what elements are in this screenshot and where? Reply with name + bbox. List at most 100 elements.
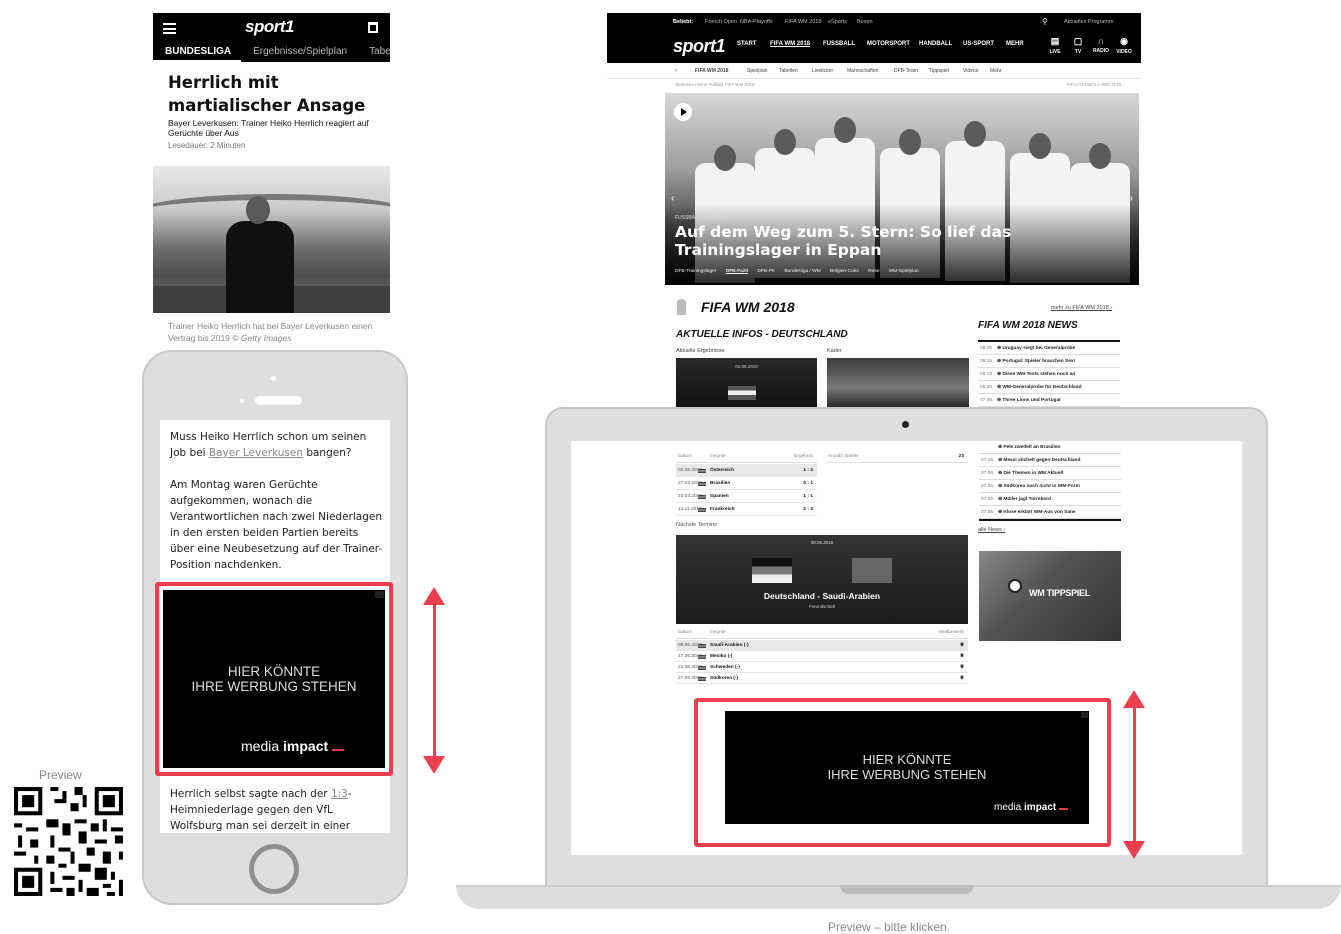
search-icon[interactable]: ⚲ <box>1042 17 1048 26</box>
nav-handball[interactable]: HANDBALL <box>919 41 952 47</box>
tippspiel-promo[interactable]: WM TIPPSPIEL <box>979 551 1121 641</box>
news-item[interactable]: 08:26 ⊕ Uruguay siegt bei Generalprobe <box>978 342 1120 355</box>
top-link[interactable]: French Open <box>705 19 737 25</box>
popular-label: Beliebt: <box>673 19 694 25</box>
subnav-item[interactable]: Mannschaften <box>847 68 878 74</box>
subnav-item[interactable]: Tabellen <box>779 68 798 74</box>
back-chevron-icon[interactable]: ‹ <box>675 68 677 74</box>
last-match-card[interactable]: 02.06.2018 <box>676 358 817 407</box>
qr-code[interactable] <box>10 783 127 900</box>
laptop-ad-placeholder[interactable]: HIER KÖNNTE IHRE WERBUNG STEHEN media im… <box>725 711 1089 824</box>
nav-mehr[interactable]: MEHR <box>1006 41 1024 47</box>
hero-tag[interactable]: Belgien-Coko <box>830 269 859 274</box>
news-item[interactable]: 07.06. ⊕ Three Lions und Portugal <box>978 394 1120 407</box>
austria-flag-icon <box>728 386 756 400</box>
sport1-logo[interactable]: sport1 <box>673 36 726 57</box>
subnav-item[interactable]: DFB-Team <box>894 68 918 74</box>
next-match-card[interactable]: 08.06.2018 Deutschland - Saudi-Arabien F… <box>676 535 968 624</box>
news-item[interactable]: 07.06. ⊕ Klose erklärt WM-Aus von Sane <box>979 506 1121 519</box>
media-impact-logo: media impact <box>994 802 1069 813</box>
tab-tabelle[interactable]: Tabelle <box>357 43 390 62</box>
article-paragraph-1: Muss Heiko Herrlich schon um seinen Job … <box>170 431 367 459</box>
ad-line-2: IHRE WERBUNG STEHEN <box>191 679 357 694</box>
hero-tag[interactable]: Rose <box>868 269 879 274</box>
subnav-item[interactable]: FIFA WM 2018 <box>695 68 728 74</box>
table-row[interactable]: 23.03.2018 Spanien 1 : 1 <box>676 490 817 503</box>
score-link[interactable]: 1:3 <box>331 788 348 800</box>
breadcrumb[interactable]: Startseite Home Fußball FIFA WM 2018 <box>675 82 755 87</box>
nav-us-sport[interactable]: US-SPORT <box>963 41 994 47</box>
hero-tags: DFB-Trainingslager DFB-Fazit DFB-PK Bund… <box>675 269 927 274</box>
news-item[interactable]: 07.06. ⊕ Müller jagt Torrekord <box>979 493 1121 506</box>
news-item[interactable]: 05:40 ⊕ WM-Generalprobe für Deutschland <box>978 381 1120 394</box>
radio-icon[interactable]: ∩ RADIO <box>1091 36 1111 54</box>
play-icon[interactable] <box>674 103 692 121</box>
news-item[interactable]: 08:15 ⊕ Portugal: Spieler brauchen Sex! <box>978 355 1120 368</box>
top-link[interactable]: FIFA WM 2018 <box>785 19 821 25</box>
article-subtitle: Bayer Leverkusen: Trainer Heiko Herrlich… <box>168 118 369 138</box>
news-item[interactable]: 07.06. ⊕ Südkorea noch nicht in WM-Form <box>979 480 1121 493</box>
tab-bundesliga[interactable]: BUNDESLIGA <box>153 43 242 62</box>
table-row[interactable]: 27.06.2018 Südkorea (-) ♕ <box>676 673 968 684</box>
bayer-leverkusen-link[interactable]: Bayer Leverkusen <box>209 447 303 459</box>
hero-kicker: FUSSBALL / WM 2018 <box>675 215 726 221</box>
hero-tag[interactable]: DFB-Fazit <box>726 269 748 274</box>
table-row[interactable]: 08.06.2018 Saudi-Arabien (-) ♕ <box>676 640 968 651</box>
nav-fifa-wm[interactable]: FIFA WM 2018 <box>770 41 810 47</box>
hero-tag[interactable]: DFB-Trainingslager <box>675 269 716 274</box>
live-icon[interactable]: ▤ LIVE <box>1045 36 1065 55</box>
hero-tag[interactable]: Bundesliga / WM <box>784 269 820 274</box>
top-link[interactable]: NBA-Playoffs <box>740 19 773 25</box>
news-item[interactable]: 06:19 ⊕ Diese WM-Tests stehen noch an <box>978 368 1120 381</box>
subnav-item[interactable]: Videos <box>963 68 978 74</box>
ad-info-icon[interactable] <box>375 591 384 598</box>
nav-start[interactable]: START <box>737 41 757 47</box>
breadcrumb-right: FIFA FUSSBALL-WM 2018 <box>1066 82 1121 87</box>
hero-teaser[interactable]: ‹ › FUSSBALL / WM 2018 Auf dem Weg zum 5… <box>665 93 1139 285</box>
programm-dropdown[interactable]: Aktuelles Programm <box>1064 19 1114 25</box>
tab-ergebnisse[interactable]: Ergebnisse/Spielplan <box>241 43 357 62</box>
all-news-link[interactable]: alle News › <box>978 527 1005 533</box>
nav-fussball[interactable]: FUSSBALL <box>823 41 855 47</box>
next-match-title: Deutschland - Saudi-Arabien <box>763 591 881 601</box>
top-link[interactable]: eSports <box>828 19 847 25</box>
table-row[interactable]: 23.06.2018 Schweden (-) ♕ <box>676 662 968 673</box>
video-icon[interactable]: ◉ VIDEO <box>1114 36 1134 55</box>
table-row[interactable]: 02.06.2018 Österreich 1 : 2 <box>676 464 817 477</box>
news-title: FIFA WM 2018 NEWS <box>978 320 1078 331</box>
infos-title: AKTUELLE INFOS - DEUTSCHLAND <box>676 329 848 340</box>
hamburger-menu-icon[interactable] <box>163 23 176 34</box>
tv-icon[interactable]: ▢ TV <box>1068 36 1088 55</box>
prev-arrow-icon[interactable]: ‹ <box>671 193 674 204</box>
nav-motorsport[interactable]: MOTORSPORT <box>867 41 910 47</box>
squad-photo[interactable] <box>827 358 969 407</box>
saudi-flag-icon <box>852 558 892 583</box>
news-item[interactable]: 07.06. ⊕ Messi stichelt gegen Deutschland <box>979 454 1121 467</box>
subnav-item[interactable]: Spielplan <box>747 68 768 74</box>
next-arrow-icon[interactable]: › <box>1130 193 1133 204</box>
hero-tag[interactable]: WM-Spielplan <box>889 269 919 274</box>
news-item[interactable]: 07.06. ⊕ Die Themen in WM Aktuell <box>979 467 1121 480</box>
ad-info-icon[interactable] <box>1081 712 1088 718</box>
phone-home-button[interactable] <box>249 844 299 894</box>
phone-ad-placeholder[interactable]: HIER KÖNNTE IHRE WERBUNG STEHEN media im… <box>163 590 385 768</box>
subnav-item[interactable]: Liveticker <box>812 68 833 74</box>
news-item[interactable]: ⊕ Pele zweifelt an Brasilien <box>979 441 1121 454</box>
more-wm-link[interactable]: mehr zu FIFA WM 2018 › <box>1051 305 1112 311</box>
mobile-article-preview: sport1 BUNDESLIGA Ergebnisse/Spielplan T… <box>153 13 390 353</box>
subnav-item[interactable]: Tippspiel <box>929 68 949 74</box>
table-row[interactable]: 17.06.2018 Mexiko (-) ♕ <box>676 651 968 662</box>
sport1-logo[interactable]: sport1 <box>245 17 294 37</box>
table-row[interactable]: 27.03.2018 Brasilien 0 : 1 <box>676 477 817 490</box>
top-link[interactable]: Boxen <box>857 19 873 25</box>
photo-caption: Trainer Heiko Herrlich hat bei Bayer Lev… <box>168 320 388 344</box>
article-paragraph-2: Am Montag waren Gerüchte aufgekommen, wo… <box>170 479 383 571</box>
preview-caption[interactable]: Preview – bitte klicken. <box>828 920 950 934</box>
hero-tag[interactable]: DFB-PK <box>758 269 776 274</box>
table-row[interactable]: 14.11.2017 Frankreich 2 : 2 <box>676 503 817 516</box>
qr-label: Preview <box>39 768 82 782</box>
trophy-icon: ♕ <box>959 654 964 659</box>
hero-title[interactable]: Auf dem Weg zum 5. Stern: So lief das Tr… <box>675 223 1115 259</box>
calendar-icon[interactable] <box>368 22 378 33</box>
subnav-item[interactable]: Mehr <box>990 68 1001 74</box>
